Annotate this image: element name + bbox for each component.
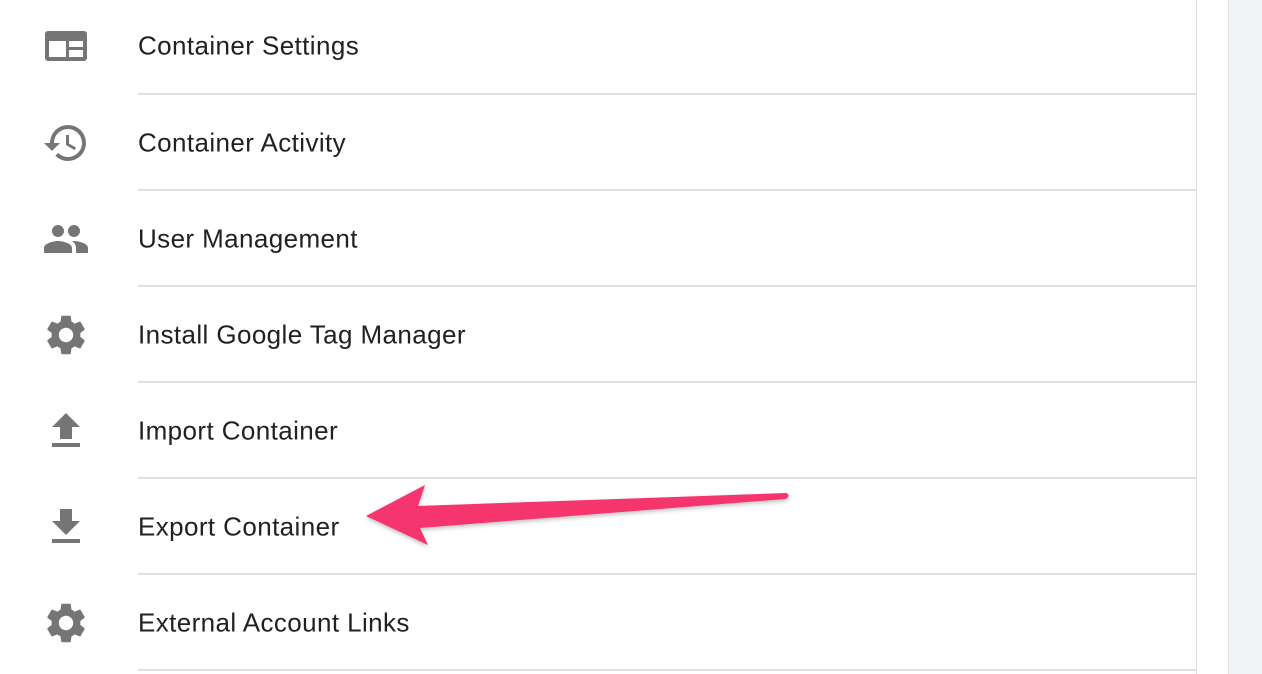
gear-icon — [42, 311, 90, 359]
menu-item-container-settings[interactable]: Container Settings — [0, 0, 1196, 95]
panel-gutter — [1197, 0, 1228, 674]
right-side-strip — [1228, 0, 1262, 674]
admin-container-panel: Container Settings Container Activity Us… — [0, 0, 1197, 674]
download-icon — [42, 503, 90, 551]
menu-item-label: Container Activity — [138, 127, 347, 158]
menu-item-container-activity[interactable]: Container Activity — [0, 95, 1196, 191]
container-settings-icon — [42, 22, 90, 70]
menu-item-user-management[interactable]: User Management — [0, 191, 1196, 287]
menu-item-label: External Account Links — [138, 607, 410, 638]
menu-item-label: Install Google Tag Manager — [138, 319, 466, 350]
menu-item-external-account-links[interactable]: External Account Links — [0, 575, 1196, 671]
container-admin-menu: Container Settings Container Activity Us… — [0, 0, 1196, 671]
people-icon — [42, 215, 90, 263]
menu-item-import-container[interactable]: Import Container — [0, 383, 1196, 479]
upload-icon — [42, 407, 90, 455]
menu-item-label: User Management — [138, 223, 358, 254]
gear-icon — [42, 599, 90, 647]
menu-item-label: Export Container — [138, 511, 340, 542]
menu-item-export-container[interactable]: Export Container — [0, 479, 1196, 575]
history-icon — [42, 119, 90, 167]
menu-item-label: Container Settings — [138, 30, 360, 60]
menu-item-label: Import Container — [138, 415, 339, 446]
menu-item-install-google-tag-manager[interactable]: Install Google Tag Manager — [0, 287, 1196, 383]
